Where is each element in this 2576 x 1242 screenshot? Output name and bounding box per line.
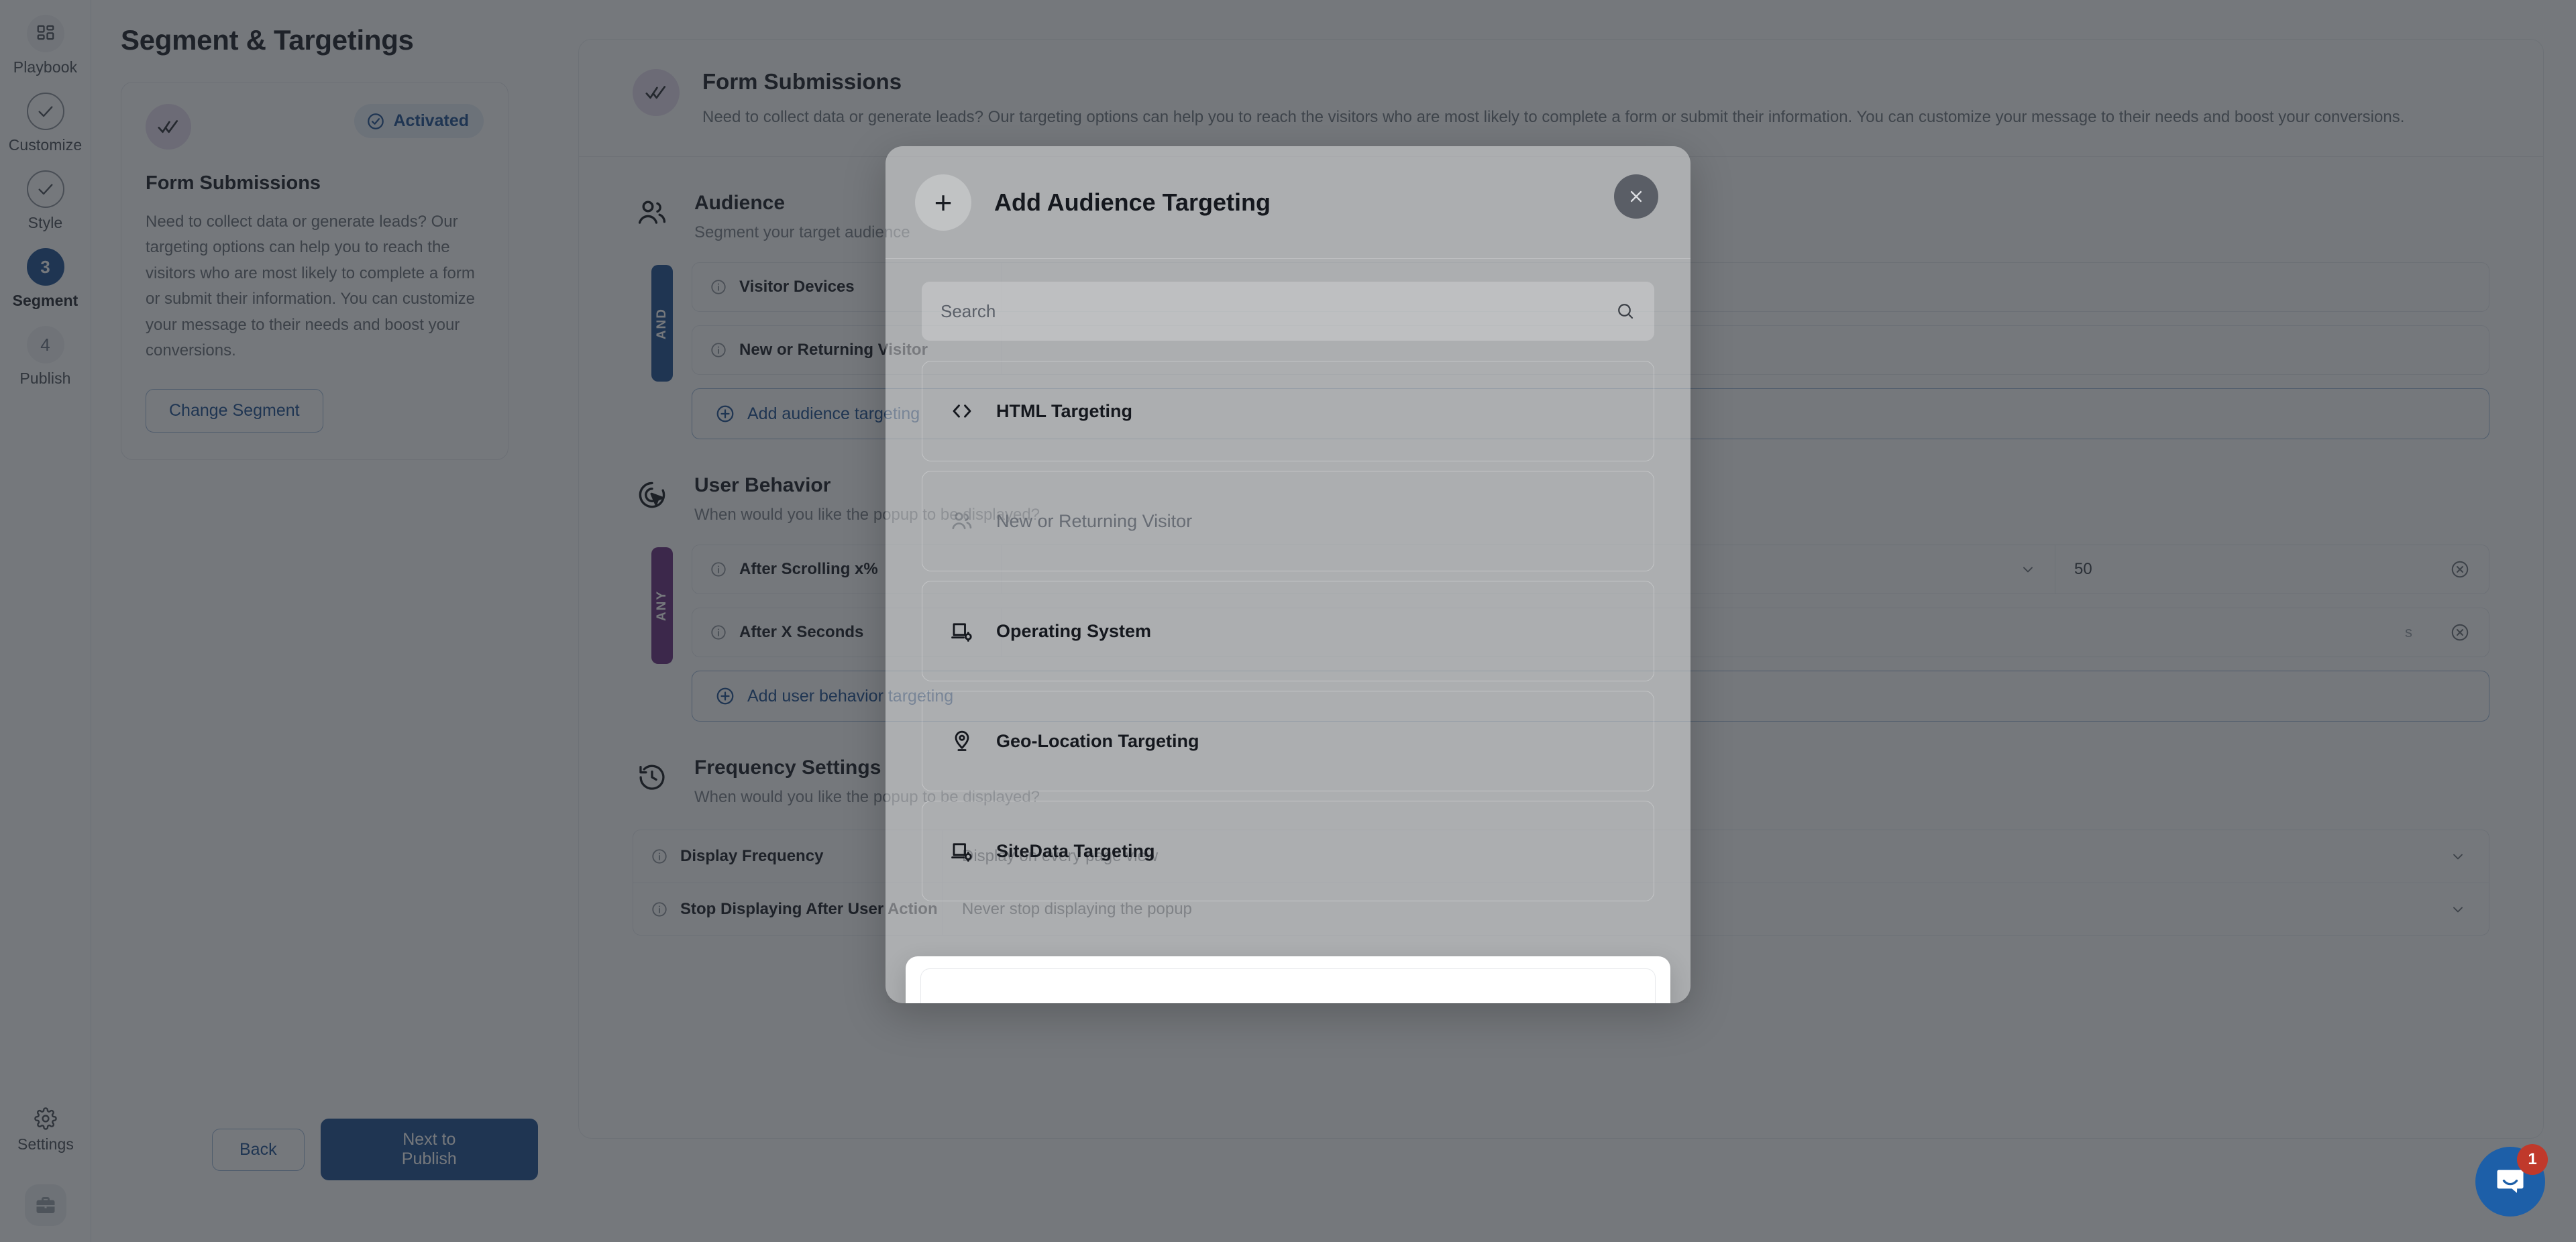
- connector-label: AND: [655, 308, 669, 339]
- app-root: Playbook Customize Style 3 Segment 4: [0, 0, 2576, 1242]
- search-input[interactable]: Search: [922, 282, 1654, 341]
- segment-card-title: Form Submissions: [146, 172, 484, 194]
- option-label: HTML Targeting: [996, 401, 1132, 422]
- check-icon: [27, 93, 64, 130]
- connector-label: ANY: [655, 590, 669, 621]
- sidebar-step-segment[interactable]: 3 Segment: [0, 248, 91, 310]
- step-number: 4: [27, 326, 64, 363]
- info-icon[interactable]: [710, 341, 727, 359]
- wizard-footer: Back Next to Publish: [212, 1119, 538, 1180]
- page-title: Segment & Targetings: [121, 24, 538, 56]
- chevron-down-icon: [2450, 848, 2466, 864]
- settings-label: Settings: [17, 1135, 74, 1153]
- targeting-option-list: HTML Targeting New or Returning Visitor: [922, 361, 1654, 901]
- info-icon[interactable]: [651, 848, 668, 865]
- plus-icon: +: [915, 174, 971, 231]
- step-label: Segment: [13, 292, 78, 310]
- option-highlight-container: S Shopify Audience Targeting: [906, 956, 1670, 1003]
- change-segment-button[interactable]: Change Segment: [146, 389, 323, 433]
- users-icon: [633, 193, 672, 232]
- back-button[interactable]: Back: [212, 1129, 305, 1171]
- step-number: 3: [27, 248, 64, 286]
- option-label: Operating System: [996, 621, 1151, 642]
- playbook-title: Form Submissions: [702, 69, 2404, 95]
- rule-label: After X Seconds: [739, 623, 863, 642]
- sidebar-step-publish[interactable]: 4 Publish: [0, 326, 91, 388]
- modal-body: Search HTML Targeting: [885, 259, 1690, 1003]
- users-icon: [947, 506, 977, 537]
- status-badge: Activated: [354, 104, 484, 138]
- gear-icon[interactable]: [34, 1107, 57, 1130]
- segment-card-description: Need to collect data or generate leads? …: [146, 209, 484, 363]
- frequency-row-label: Display Frequency: [680, 847, 823, 866]
- option-label: Geo-Location Targeting: [996, 731, 1199, 752]
- code-icon: [947, 396, 977, 427]
- cursor-click-icon: [633, 475, 672, 514]
- playbook-description: Need to collect data or generate leads? …: [702, 105, 2404, 129]
- unread-badge: 1: [2517, 1144, 2548, 1175]
- audience-title: Audience: [694, 192, 910, 215]
- pin-icon: [947, 726, 977, 756]
- search-icon: [1615, 301, 1635, 321]
- step-rail: Playbook Customize Style 3 Segment 4: [0, 0, 91, 1242]
- search-placeholder: Search: [941, 301, 1615, 322]
- check-icon: [27, 170, 64, 208]
- rule-unit: s: [2405, 624, 2412, 641]
- sidebar-step-playbook[interactable]: Playbook: [0, 15, 91, 76]
- segment-panel: Segment & Targetings Activated: [91, 0, 538, 1242]
- option-operating-system[interactable]: Operating System: [922, 581, 1654, 681]
- workspace-icon[interactable]: [25, 1184, 66, 1226]
- device-icon: [947, 616, 977, 646]
- double-check-icon: [146, 104, 191, 150]
- info-icon[interactable]: [710, 624, 727, 641]
- option-sitedata-targeting[interactable]: SiteData Targeting: [922, 801, 1654, 901]
- option-new-or-returning-visitor[interactable]: New or Returning Visitor: [922, 471, 1654, 571]
- step-label: Customize: [9, 136, 83, 154]
- device-icon: [947, 836, 977, 866]
- remove-rule-button[interactable]: [2431, 608, 2489, 657]
- rule-label: Visitor Devices: [739, 278, 855, 296]
- info-icon[interactable]: [651, 901, 668, 918]
- rail-bottom: Settings: [0, 1107, 91, 1226]
- playbook-header: Form Submissions Need to collect data or…: [579, 40, 2543, 157]
- info-icon[interactable]: [710, 278, 727, 296]
- plus-circle-icon: [715, 686, 735, 706]
- connector-and: AND: [651, 265, 673, 382]
- next-to-publish-button[interactable]: Next to Publish: [321, 1119, 538, 1180]
- close-icon[interactable]: [1614, 174, 1658, 219]
- rule-input-value[interactable]: 50: [2055, 545, 2431, 594]
- segment-card: Activated Form Submissions Need to colle…: [121, 82, 508, 460]
- modal-header: + Add Audience Targeting: [885, 146, 1690, 259]
- step-label: Publish: [19, 370, 70, 388]
- option-shopify-audience-targeting[interactable]: S Shopify Audience Targeting: [920, 968, 1656, 1003]
- step-label: Playbook: [13, 58, 77, 76]
- rule-label: After Scrolling x%: [739, 560, 878, 579]
- option-label: New or Returning Visitor: [996, 511, 1192, 532]
- info-icon[interactable]: [710, 561, 727, 578]
- double-check-icon: [633, 69, 680, 116]
- option-html-targeting[interactable]: HTML Targeting: [922, 361, 1654, 461]
- chevron-down-icon: [2450, 901, 2466, 917]
- add-audience-targeting-modal: + Add Audience Targeting Search: [885, 146, 1690, 1003]
- status-badge-label: Activated: [393, 111, 469, 131]
- connector-any: ANY: [651, 547, 673, 664]
- sidebar-step-customize[interactable]: Customize: [0, 93, 91, 154]
- step-label: Style: [28, 214, 63, 232]
- option-label: SiteData Targeting: [996, 841, 1155, 862]
- chevron-down-icon: [2020, 561, 2036, 577]
- history-icon: [633, 758, 672, 797]
- modal-title: Add Audience Targeting: [994, 188, 1271, 217]
- plus-circle-icon: [715, 404, 735, 424]
- audience-subtitle: Segment your target audience: [694, 223, 910, 242]
- sidebar-step-style[interactable]: Style: [0, 170, 91, 232]
- remove-rule-button[interactable]: [2431, 545, 2489, 594]
- option-geo-location-targeting[interactable]: Geo-Location Targeting: [922, 691, 1654, 791]
- grid-icon: [27, 15, 64, 52]
- intercom-launcher[interactable]: 1: [2475, 1147, 2545, 1217]
